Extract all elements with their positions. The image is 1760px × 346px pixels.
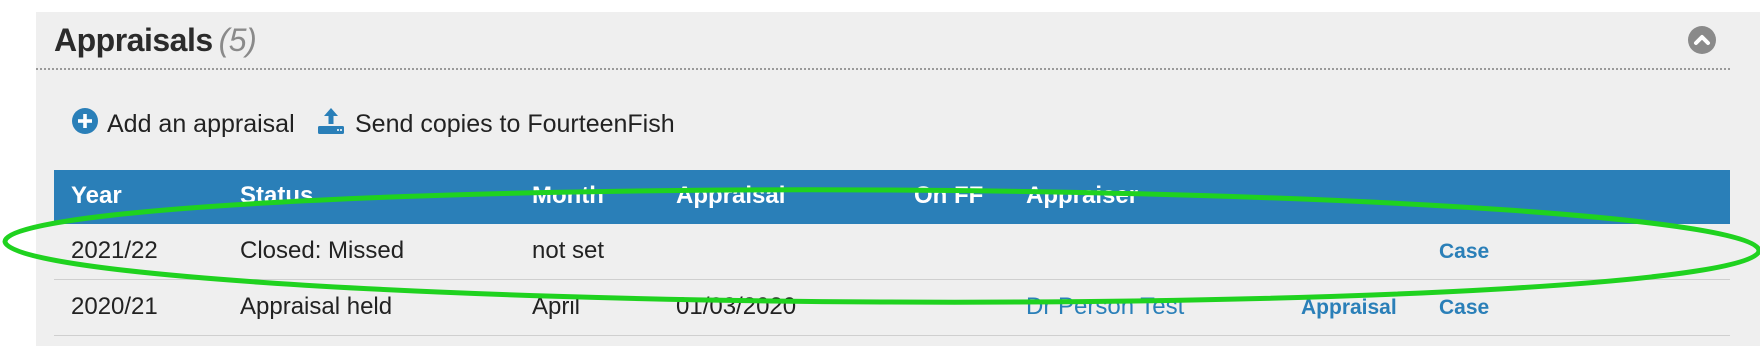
panel-title-text: Appraisals — [54, 22, 213, 58]
table-row: 2020/21 Appraisal held April 01/03/2020 … — [54, 280, 1730, 336]
appraiser-link[interactable]: Dr Person Test — [1026, 293, 1184, 321]
cell-year: 2021/22 — [71, 237, 158, 264]
cell-appraisal-date: 01/03/2020 — [676, 293, 797, 320]
cell-month: not set — [532, 237, 605, 264]
send-fourteenfish-label: Send copies to FourteenFish — [355, 109, 675, 138]
collapse-button[interactable] — [1688, 26, 1716, 54]
column-header-appraiser[interactable]: Appraiser — [1026, 182, 1138, 210]
column-header-year[interactable]: Year — [71, 182, 122, 210]
cell-status: Appraisal held — [240, 293, 393, 320]
upload-icon — [316, 106, 346, 143]
add-appraisal-button[interactable]: Add an appraisal — [72, 104, 295, 144]
appraisals-panel: Appraisals (5) Add an appraisal Send cop… — [36, 12, 1760, 346]
panel-title: Appraisals (5) — [54, 22, 257, 59]
appraisals-table: Year Status Month Appraisal On FF Apprai… — [54, 170, 1730, 336]
table-row: 2021/22 Closed: Missed not set Case — [54, 224, 1730, 280]
chevron-up-icon — [1694, 35, 1710, 45]
plus-circle-icon — [72, 107, 98, 141]
column-header-on-ff[interactable]: On FF — [914, 182, 983, 210]
cell-status: Closed: Missed — [240, 237, 405, 264]
case-link[interactable]: Case — [1439, 296, 1489, 320]
send-fourteenfish-button[interactable]: Send copies to FourteenFish — [316, 104, 675, 144]
panel-header: Appraisals (5) — [36, 12, 1730, 70]
add-appraisal-label: Add an appraisal — [107, 109, 295, 138]
cell-month: April — [532, 293, 581, 320]
case-link[interactable]: Case — [1439, 240, 1489, 264]
column-header-month[interactable]: Month — [532, 182, 604, 210]
column-header-appraisal[interactable]: Appraisal — [676, 182, 785, 210]
column-header-status[interactable]: Status — [240, 182, 313, 210]
panel-count: (5) — [218, 22, 257, 58]
cell-year: 2020/21 — [71, 293, 158, 320]
appraisal-link[interactable]: Appraisal — [1301, 296, 1397, 320]
table-header: Year Status Month Appraisal On FF Apprai… — [54, 170, 1730, 224]
